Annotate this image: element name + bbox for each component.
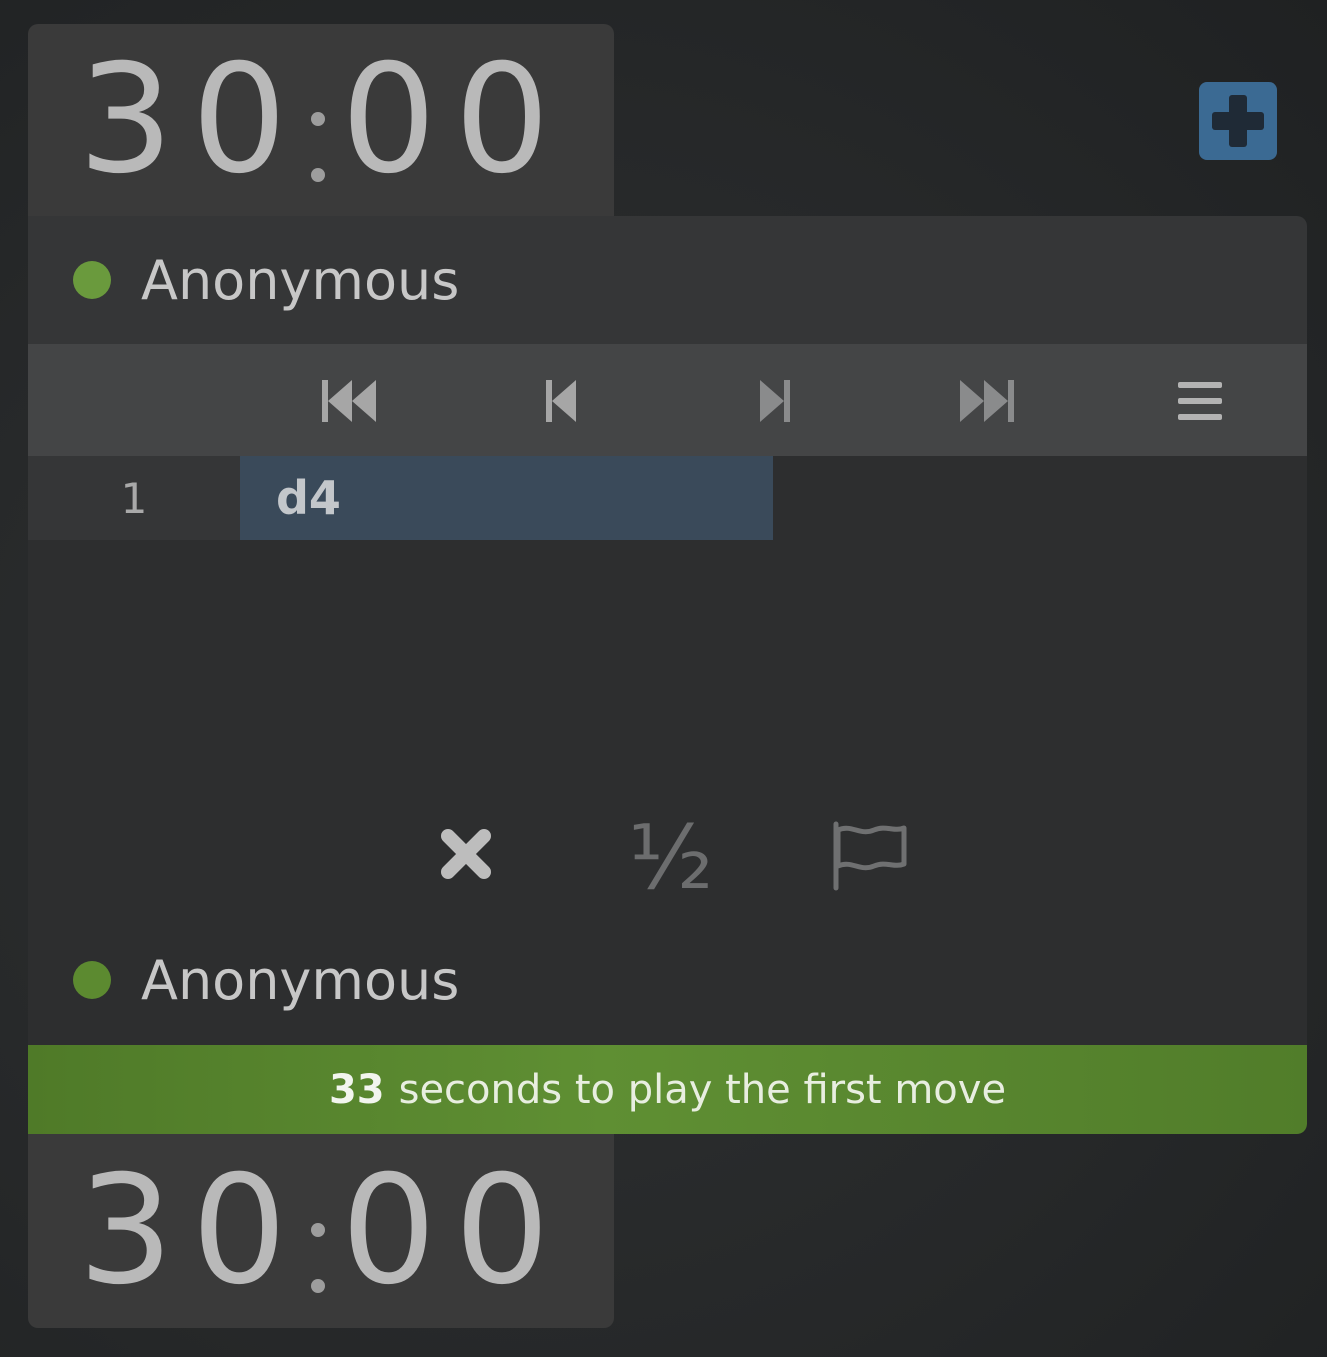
prev-move-button[interactable] — [526, 372, 596, 430]
move-number: 1 — [28, 456, 240, 540]
add-time-button[interactable] — [1199, 82, 1277, 160]
half-icon: ½ — [628, 806, 714, 909]
clock-seconds: 00 — [340, 33, 568, 207]
clock-minutes: 30 — [78, 1144, 305, 1318]
first-move-button[interactable] — [314, 372, 384, 430]
countdown-seconds: 33 — [328, 1066, 385, 1113]
clock-separator — [305, 45, 341, 195]
prev-move-icon — [546, 380, 576, 422]
clock-seconds: 00 — [340, 1144, 568, 1318]
opponent-name[interactable]: Anonymous — [141, 249, 459, 312]
x-icon — [441, 829, 491, 879]
self-player-row: Anonymous — [28, 916, 1307, 1044]
move-white[interactable]: d4 — [240, 456, 773, 540]
abort-game-button[interactable] — [438, 826, 494, 882]
player-clock: 30 00 — [28, 1134, 614, 1328]
self-name[interactable]: Anonymous — [141, 949, 459, 1012]
game-panel: Anonymous 1 d4 ½ Anonymous 33 seconds to… — [28, 216, 1307, 1134]
game-controls: ½ — [28, 806, 1307, 906]
resign-button[interactable] — [830, 820, 910, 892]
move-navigation — [28, 344, 1307, 456]
next-move-icon — [760, 380, 790, 422]
opponent-player-row: Anonymous — [28, 216, 1307, 344]
opponent-clock: 30 00 — [28, 24, 614, 216]
first-move-icon — [322, 380, 376, 422]
last-move-button[interactable] — [952, 372, 1022, 430]
next-move-button[interactable] — [740, 372, 810, 430]
offer-draw-button[interactable]: ½ — [628, 814, 718, 904]
last-move-icon — [960, 380, 1014, 422]
clock-separator — [305, 1156, 341, 1306]
countdown-text: seconds to play the first move — [398, 1066, 1007, 1113]
flag-icon — [833, 821, 907, 891]
online-status-dot — [73, 961, 111, 999]
online-status-dot — [73, 261, 111, 299]
move-list: 1 d4 — [28, 456, 1307, 540]
menu-button[interactable] — [1166, 372, 1236, 430]
menu-icon — [1178, 382, 1222, 420]
first-move-countdown: 33 seconds to play the first move — [28, 1045, 1307, 1134]
clock-minutes: 30 — [78, 33, 305, 207]
